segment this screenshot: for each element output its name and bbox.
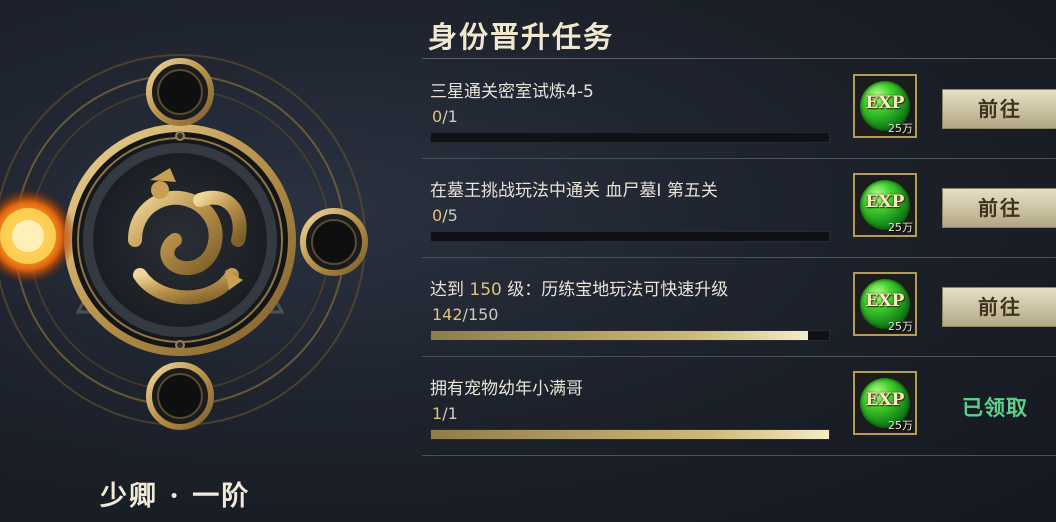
task-description: 拥有宠物幼年小满哥 [430, 379, 583, 399]
go-button[interactable]: 前往 [942, 287, 1056, 327]
progress-total: 5 [447, 206, 458, 225]
desc-suffix: 级：历练宝地玩法可快速升级 [501, 280, 729, 300]
rank-title: 少卿 · 一阶 [100, 481, 251, 512]
reward-amount: 25万 [888, 320, 913, 333]
progress-current: 0 [432, 206, 443, 225]
progress-current: 1 [432, 404, 443, 423]
exp-reward[interactable]: EXP 25万 [853, 371, 917, 435]
dragon-emblem-icon [0, 54, 368, 430]
level-highlight: 150 [469, 280, 502, 300]
reward-amount: 25万 [888, 419, 913, 432]
go-button[interactable]: 前往 [942, 89, 1056, 129]
task-progress: 1/1 [432, 404, 458, 423]
exp-reward[interactable]: EXP 25万 [853, 272, 917, 336]
progress-bar [430, 231, 830, 242]
progress-bar [430, 330, 830, 341]
progress-total: 150 [467, 305, 499, 324]
task-description: 在墓王挑战玩法中通关 血尸墓I 第五关 [430, 181, 718, 201]
progress-bar-fill [431, 331, 808, 340]
task-progress: 142/150 [432, 305, 499, 324]
exp-reward[interactable]: EXP 25万 [853, 74, 917, 138]
progress-bar-fill [431, 430, 829, 439]
desc-prefix: 达到 [430, 280, 470, 300]
progress-current: 142 [432, 305, 463, 324]
task-row: 三星通关密室试炼4-5 0/1 EXP 25万 前往 [422, 59, 1056, 159]
reward-label: EXP [865, 390, 905, 410]
progress-total: 1 [447, 404, 458, 423]
task-progress: 0/1 [432, 107, 458, 126]
task-description: 三星通关密室试炼4-5 [430, 82, 594, 102]
task-row: 达到 150 级：历练宝地玩法可快速升级 142/150 EXP 25万 前往 [422, 257, 1056, 357]
go-button[interactable]: 前往 [942, 188, 1056, 228]
exp-reward[interactable]: EXP 25万 [853, 173, 917, 237]
progress-bar [430, 132, 830, 143]
progress-current: 0 [432, 107, 443, 126]
reward-label: EXP [865, 93, 905, 113]
progress-bar [430, 429, 830, 440]
reward-amount: 25万 [888, 221, 913, 234]
panel-title: 身份晋升任务 [428, 20, 615, 54]
progress-total: 1 [447, 107, 458, 126]
rank-emblem-area: 少卿 · 一阶 [0, 0, 400, 522]
task-row: 在墓王挑战玩法中通关 血尸墓I 第五关 0/5 EXP 25万 前往 [422, 158, 1056, 258]
task-description: 达到 150 级：历练宝地玩法可快速升级 [430, 275, 728, 300]
promotion-task-panel: 身份晋升任务 三星通关密室试炼4-5 0/1 EXP 25万 前往 在墓王挑战玩… [420, 0, 1056, 522]
reward-label: EXP [865, 192, 905, 212]
claimed-status: 已领取 [962, 395, 1028, 420]
reward-label: EXP [865, 291, 905, 311]
reward-amount: 25万 [888, 122, 913, 135]
task-progress: 0/5 [432, 206, 458, 225]
task-row: 拥有宠物幼年小满哥 1/1 EXP 25万 已领取 [422, 356, 1056, 456]
